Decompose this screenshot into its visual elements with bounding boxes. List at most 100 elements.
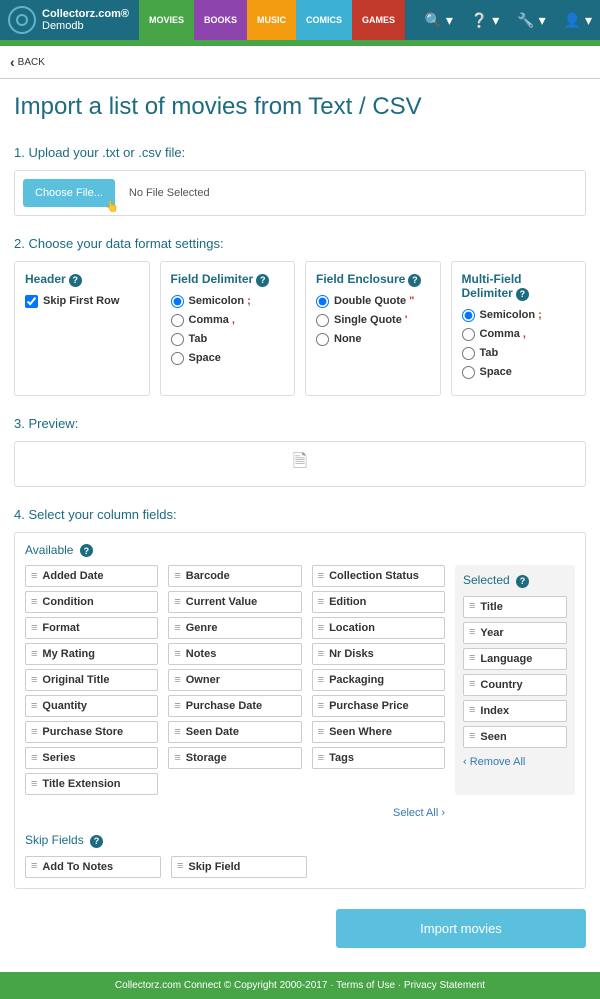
field-item[interactable]: ≡Purchase Date [168, 695, 301, 717]
search-icon[interactable]: 🔍 ▾ [425, 12, 453, 29]
field-item[interactable]: ≡Seen Where [312, 721, 445, 743]
logo-icon [8, 6, 36, 34]
mdelim-tab[interactable]: Tab [462, 347, 576, 360]
field-item[interactable]: ≡Barcode [168, 565, 301, 587]
drag-icon: ≡ [469, 705, 475, 716]
wrench-icon[interactable]: 🔧 ▾ [517, 12, 545, 29]
field-item[interactable]: ≡Country [463, 674, 567, 696]
drag-icon: ≡ [177, 861, 183, 872]
delim-comma[interactable]: Comma, [171, 314, 285, 327]
field-item[interactable]: ≡Location [312, 617, 445, 639]
remove-all-link[interactable]: ‹ Remove All [463, 756, 567, 768]
drag-icon: ≡ [31, 649, 37, 660]
help-icon[interactable]: ? [90, 835, 103, 848]
user-icon[interactable]: 👤 ▾ [564, 12, 592, 29]
mdelim-space[interactable]: Space [462, 366, 576, 379]
field-item[interactable]: ≡Quantity [25, 695, 158, 717]
drag-icon: ≡ [469, 653, 475, 664]
drag-icon: ≡ [318, 597, 324, 608]
enc-none[interactable]: None [316, 333, 430, 346]
enc-double[interactable]: Double Quote" [316, 295, 430, 308]
nav-tabs: MOVIES BOOKS MUSIC COMICS GAMES [139, 0, 405, 40]
field-enclosure-panel: Field Enclosure? Double Quote" Single Qu… [305, 261, 441, 396]
delim-tab[interactable]: Tab [171, 333, 285, 346]
field-item[interactable]: ≡Add To Notes [25, 856, 161, 878]
field-item[interactable]: ≡Format [25, 617, 158, 639]
import-button[interactable]: Import movies [336, 909, 586, 948]
field-delimiter-panel: Field Delimiter? Semicolon; Comma, Tab S… [160, 261, 296, 396]
help-icon[interactable]: ? [516, 288, 529, 301]
drag-icon: ≡ [174, 701, 180, 712]
field-item[interactable]: ≡Packaging [312, 669, 445, 691]
field-item[interactable]: ≡Tags [312, 747, 445, 769]
field-item[interactable]: ≡Notes [168, 643, 301, 665]
enc-single[interactable]: Single Quote' [316, 314, 430, 327]
back-button[interactable]: ‹ BACK [0, 46, 600, 79]
selected-panel: Selected ? ≡Title≡Year≡Language≡Country≡… [455, 565, 575, 795]
footer-brand-link[interactable]: Collectorz.com [115, 980, 181, 991]
help-icon[interactable]: ? [516, 575, 529, 588]
help-icon[interactable]: ? [256, 274, 269, 287]
drag-icon: ≡ [318, 727, 324, 738]
field-item[interactable]: ≡Series [25, 747, 158, 769]
field-item[interactable]: ≡Added Date [25, 565, 158, 587]
field-item[interactable]: ≡Edition [312, 591, 445, 613]
mdelim-comma[interactable]: Comma, [462, 328, 576, 341]
field-item[interactable]: ≡Purchase Store [25, 721, 158, 743]
drag-icon: ≡ [318, 623, 324, 634]
tab-books[interactable]: BOOKS [194, 0, 247, 40]
field-item[interactable]: ≡Current Value [168, 591, 301, 613]
drag-icon: ≡ [31, 701, 37, 712]
choose-file-button[interactable]: Choose File... 👆 [23, 179, 115, 207]
help-icon[interactable]: ? [408, 274, 421, 287]
field-item[interactable]: ≡Genre [168, 617, 301, 639]
field-item[interactable]: ≡Seen [463, 726, 567, 748]
drag-icon: ≡ [174, 753, 180, 764]
field-item[interactable]: ≡Language [463, 648, 567, 670]
terms-link[interactable]: Terms of Use [336, 980, 395, 991]
delim-space[interactable]: Space [171, 352, 285, 365]
brand: Collectorz.com® Demodb [42, 8, 129, 32]
skip-first-row-checkbox[interactable]: Skip First Row [25, 295, 139, 308]
drag-icon: ≡ [31, 597, 37, 608]
drag-icon: ≡ [469, 627, 475, 638]
drag-icon: ≡ [31, 779, 37, 790]
drag-icon: ≡ [31, 571, 37, 582]
field-item[interactable]: ≡My Rating [25, 643, 158, 665]
help-icon[interactable]: ? [69, 274, 82, 287]
drag-icon: ≡ [318, 675, 324, 686]
field-item[interactable]: ≡Title Extension [25, 773, 158, 795]
field-item[interactable]: ≡Collection Status [312, 565, 445, 587]
tab-games[interactable]: GAMES [352, 0, 405, 40]
drag-icon: ≡ [31, 675, 37, 686]
drag-icon: ≡ [31, 753, 37, 764]
select-all-link[interactable]: Select All › [25, 807, 445, 819]
field-item[interactable]: ≡Seen Date [168, 721, 301, 743]
drag-icon: ≡ [174, 675, 180, 686]
field-item[interactable]: ≡Title [463, 596, 567, 618]
field-item[interactable]: ≡Skip Field [171, 856, 307, 878]
delim-semicolon[interactable]: Semicolon; [171, 295, 285, 308]
file-status: No File Selected [129, 187, 210, 199]
drag-icon: ≡ [31, 727, 37, 738]
tab-music[interactable]: MUSIC [247, 0, 296, 40]
drag-icon: ≡ [318, 753, 324, 764]
tab-comics[interactable]: COMICS [296, 0, 352, 40]
privacy-link[interactable]: Privacy Statement [404, 980, 485, 991]
mdelim-semicolon[interactable]: Semicolon; [462, 309, 576, 322]
chevron-left-icon: ‹ [10, 54, 15, 70]
field-item[interactable]: ≡Owner [168, 669, 301, 691]
field-item[interactable]: ≡Index [463, 700, 567, 722]
help-icon[interactable]: ❔ ▾ [471, 12, 499, 29]
upload-box: Choose File... 👆 No File Selected [14, 170, 586, 216]
field-item[interactable]: ≡Year [463, 622, 567, 644]
field-item[interactable]: ≡Purchase Price [312, 695, 445, 717]
field-item[interactable]: ≡Storage [168, 747, 301, 769]
topbar: Collectorz.com® Demodb MOVIES BOOKS MUSI… [0, 0, 600, 40]
help-icon[interactable]: ? [80, 544, 93, 557]
field-item[interactable]: ≡Nr Disks [312, 643, 445, 665]
drag-icon: ≡ [469, 679, 475, 690]
field-item[interactable]: ≡Condition [25, 591, 158, 613]
field-item[interactable]: ≡Original Title [25, 669, 158, 691]
tab-movies[interactable]: MOVIES [139, 0, 194, 40]
